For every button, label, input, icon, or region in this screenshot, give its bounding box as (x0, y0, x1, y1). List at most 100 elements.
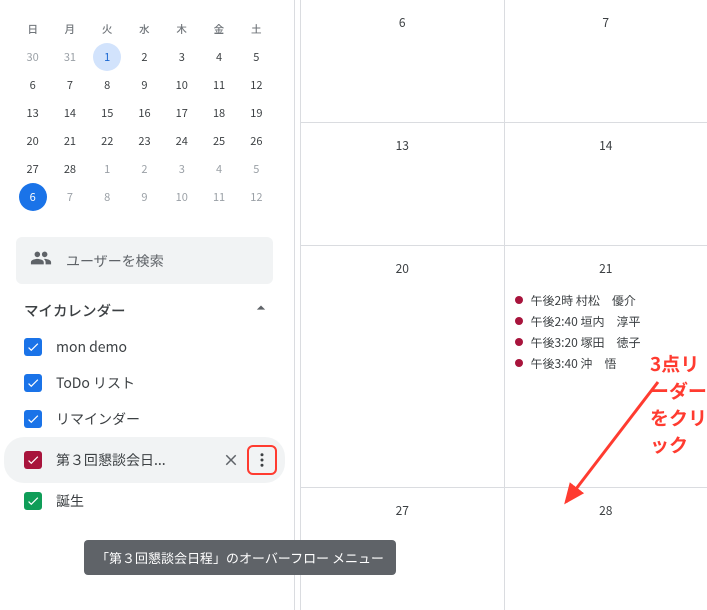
event-item[interactable]: 午後2時 村松 優介 (515, 290, 698, 311)
calendar-list: mon demo ToDo リストリマインダー第３回懇談会日... 誕生 (4, 329, 285, 519)
calendar-item[interactable]: 誕生 (4, 483, 285, 519)
mini-day[interactable]: 19 (242, 99, 270, 127)
mini-day[interactable]: 21 (56, 127, 84, 155)
day-number: 14 (599, 137, 612, 154)
mini-day[interactable]: 3 (168, 43, 196, 71)
event-dot-icon (515, 338, 523, 346)
search-people[interactable]: ユーザーを検索 (16, 237, 273, 284)
mini-day[interactable]: 24 (168, 127, 196, 155)
mini-calendar: 日月火水木金土 30311234567891011121314151617181… (4, 10, 285, 221)
day-cell[interactable]: 28 (504, 487, 707, 610)
event-dot-icon (515, 296, 523, 304)
calendar-label: ToDo リスト (56, 373, 277, 393)
calendar-checkbox[interactable] (24, 451, 42, 469)
mini-day[interactable]: 5 (242, 43, 270, 71)
close-icon[interactable] (217, 446, 245, 474)
annotation-text: 3点リーダーをクリック (650, 350, 707, 458)
mini-day[interactable]: 10 (168, 183, 196, 211)
calendar-label: 誕生 (56, 491, 277, 511)
day-cell[interactable]: 7 (504, 0, 707, 122)
mini-day[interactable]: 2 (130, 43, 158, 71)
mini-day[interactable]: 1 (93, 43, 121, 71)
mini-day[interactable]: 30 (19, 43, 47, 71)
mini-day[interactable]: 31 (56, 43, 84, 71)
mini-dow: 水 (126, 16, 163, 43)
calendar-item[interactable]: リマインダー (4, 401, 285, 437)
day-cell[interactable]: 14 (504, 122, 707, 245)
day-number: 21 (599, 260, 612, 277)
day-number: 13 (396, 137, 409, 154)
mini-day[interactable]: 18 (205, 99, 233, 127)
mini-dow: 金 (200, 16, 237, 43)
calendar-checkbox[interactable] (24, 492, 42, 510)
mini-day[interactable]: 23 (130, 127, 158, 155)
day-number: 7 (602, 14, 609, 31)
event-dot-icon (515, 317, 523, 325)
day-number: 6 (399, 14, 406, 31)
event-item[interactable]: 午後2:40 垣内 淳平 (515, 311, 698, 332)
event-label: 午後3:20 塚田 徳子 (531, 334, 641, 351)
people-icon (30, 247, 52, 274)
mini-day[interactable]: 14 (56, 99, 84, 127)
day-cell[interactable]: 13 (300, 122, 504, 245)
calendar-item[interactable]: ToDo リスト (4, 365, 285, 401)
mini-dow: 日 (14, 16, 51, 43)
mini-day[interactable]: 12 (242, 183, 270, 211)
event-label: 午後2:40 垣内 淳平 (531, 313, 641, 330)
my-calendars-title: マイカレンダー (24, 300, 126, 321)
mini-day[interactable]: 13 (19, 99, 47, 127)
mini-day[interactable]: 16 (130, 99, 158, 127)
event-label: 午後3:40 沖 悟 (531, 355, 617, 372)
search-people-label: ユーザーを検索 (66, 251, 164, 271)
mini-day[interactable]: 12 (242, 71, 270, 99)
overflow-tooltip: 「第３回懇談会日程」のオーバーフロー メニュー (84, 540, 396, 575)
calendar-item[interactable]: 第３回懇談会日... (4, 437, 285, 483)
mini-day[interactable]: 17 (168, 99, 196, 127)
mini-dow: 土 (238, 16, 275, 43)
mini-day[interactable]: 22 (93, 127, 121, 155)
overflow-menu-button[interactable] (247, 445, 277, 475)
mini-day[interactable]: 11 (205, 71, 233, 99)
mini-day[interactable]: 25 (205, 127, 233, 155)
calendar-checkbox[interactable] (24, 410, 42, 428)
mini-day[interactable]: 26 (242, 127, 270, 155)
mini-day[interactable]: 9 (130, 71, 158, 99)
calendar-checkbox[interactable] (24, 338, 42, 356)
vertical-divider (290, 0, 300, 610)
mini-day[interactable]: 7 (56, 183, 84, 211)
mini-day[interactable]: 5 (242, 155, 270, 183)
mini-day[interactable]: 10 (168, 71, 196, 99)
day-number: 20 (396, 260, 409, 277)
mini-day[interactable]: 3 (168, 155, 196, 183)
calendar-checkbox[interactable] (24, 374, 42, 392)
mini-day[interactable]: 9 (130, 183, 158, 211)
mini-day[interactable]: 4 (205, 155, 233, 183)
mini-day[interactable]: 6 (19, 183, 47, 211)
mini-day[interactable]: 2 (130, 155, 158, 183)
my-calendars-header[interactable]: マイカレンダー (4, 284, 285, 329)
calendar-label: リマインダー (56, 409, 277, 429)
chevron-up-icon (251, 298, 271, 323)
mini-dow: 木 (163, 16, 200, 43)
day-cell[interactable]: 20 (300, 245, 504, 488)
calendar-label: mon demo (56, 337, 277, 357)
mini-day[interactable]: 7 (56, 71, 84, 99)
mini-day[interactable]: 4 (205, 43, 233, 71)
mini-dow: 月 (51, 16, 88, 43)
mini-day[interactable]: 8 (93, 71, 121, 99)
event-label: 午後2時 村松 優介 (531, 292, 636, 309)
mini-day[interactable]: 20 (19, 127, 47, 155)
mini-day[interactable]: 11 (205, 183, 233, 211)
calendar-item[interactable]: mon demo (4, 329, 285, 365)
mini-day[interactable]: 28 (56, 155, 84, 183)
event-dot-icon (515, 359, 523, 367)
day-number: 27 (396, 502, 409, 519)
mini-day[interactable]: 8 (93, 183, 121, 211)
mini-day[interactable]: 1 (93, 155, 121, 183)
mini-day[interactable]: 27 (19, 155, 47, 183)
mini-day[interactable]: 6 (19, 71, 47, 99)
calendar-label: 第３回懇談会日... (56, 450, 203, 470)
mini-day[interactable]: 15 (93, 99, 121, 127)
main-calendar: 6 7 13 14 20 21 午後2時 村松 優介午後2:40 垣内 淳平午後3:20 塚… (300, 0, 707, 610)
day-cell[interactable]: 6 (300, 0, 504, 122)
